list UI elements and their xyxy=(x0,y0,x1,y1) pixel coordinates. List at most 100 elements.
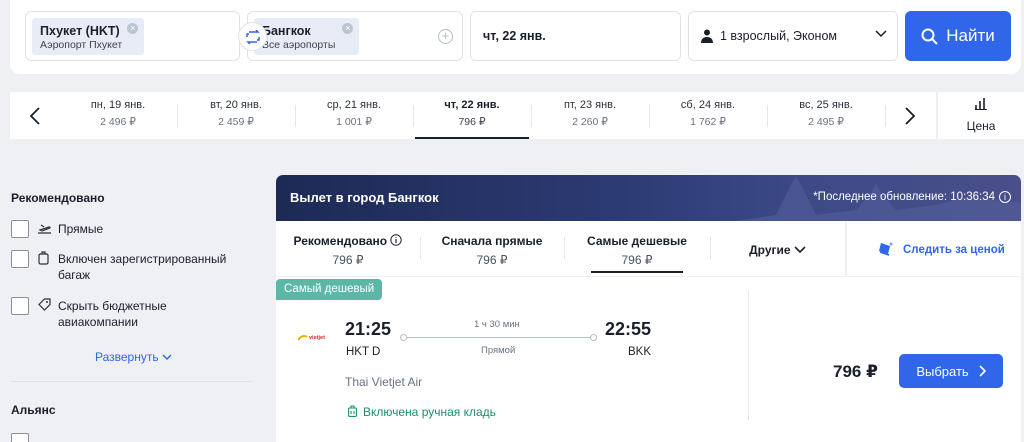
destination-field[interactable]: Бангкок Все аэропорты × + xyxy=(247,11,463,61)
passengers-field[interactable]: 1 взрослый, Эконом xyxy=(688,11,898,61)
date-label: чт, 22 янв. xyxy=(444,99,500,111)
sort-value: 796 ₽ xyxy=(332,253,364,267)
card-divider xyxy=(748,290,749,420)
plane-icon xyxy=(38,224,51,234)
price-graph-label: Цена xyxy=(966,119,996,133)
next-dates-button[interactable] xyxy=(885,92,935,139)
origin-field[interactable]: Пхукет (HKT) Аэропорт Пхукет × xyxy=(25,11,240,61)
price-alert-label: Следить за ценой xyxy=(903,244,1005,256)
sort-other-dropdown[interactable]: Другие xyxy=(710,221,845,276)
origin-airport: Аэропорт Пхукет xyxy=(40,39,123,51)
flight-stops: Прямой xyxy=(481,345,516,356)
date-option-selected[interactable]: чт, 22 янв. 796 ₽ xyxy=(413,92,531,139)
baggage-checkbox[interactable] xyxy=(11,250,29,268)
sort-value: 796 ₽ xyxy=(476,253,508,267)
arrival-airport: BKK xyxy=(628,346,652,358)
arrival-time: 22:55 xyxy=(605,319,652,339)
sort-name: Самые дешевые xyxy=(587,234,687,248)
other-label: Другие xyxy=(749,243,791,257)
expand-label: Развернуть xyxy=(95,350,159,364)
origin-chip[interactable]: Пхукет (HKT) Аэропорт Пхукет × xyxy=(32,18,145,55)
direct-label: Прямые xyxy=(58,222,104,236)
date-price: 2 495 ₽ xyxy=(808,116,844,128)
date-value: чт, 22 янв. xyxy=(483,29,546,43)
sort-recommended-tab[interactable]: Рекомендовано 796 ₽ xyxy=(276,221,420,276)
search-icon xyxy=(921,28,938,45)
destination-airports: Все аэропорты xyxy=(262,39,336,51)
luggage-icon xyxy=(38,251,49,265)
date-label: пт, 23 янв. xyxy=(563,99,617,111)
destination-chip[interactable]: Бангкок Все аэропорты × xyxy=(254,18,360,55)
bell-icon xyxy=(879,242,893,256)
date-option[interactable]: пн, 19 янв. 2 496 ₽ xyxy=(59,92,177,139)
remove-origin-icon[interactable]: × xyxy=(127,23,139,34)
date-label: вт, 20 янв. xyxy=(210,99,262,111)
date-price: 2 496 ₽ xyxy=(100,116,136,128)
remove-destination-icon[interactable]: × xyxy=(342,23,354,34)
chevron-left-icon xyxy=(30,106,40,125)
sort-name: Рекомендовано xyxy=(293,234,388,248)
date-price: 2 260 ₽ xyxy=(572,116,608,128)
price-graph-button[interactable]: Цена xyxy=(938,92,1024,139)
swap-button[interactable] xyxy=(238,22,267,51)
departure-time: 21:25 xyxy=(345,319,392,339)
banner-title: Вылет в город Бангкок xyxy=(290,190,439,205)
add-destination-icon[interactable]: + xyxy=(438,29,453,44)
bar-chart-icon xyxy=(975,98,987,110)
passengers-value: 1 взрослый, Эконом xyxy=(720,29,838,43)
flight-duration: 1 ч 30 мин xyxy=(474,319,520,330)
swap-icon xyxy=(245,29,260,44)
date-label: ср, 21 янв. xyxy=(327,99,381,111)
route-start-dot xyxy=(400,334,407,341)
alliance-checkbox[interactable] xyxy=(11,433,29,442)
budget-checkbox[interactable] xyxy=(11,297,29,315)
date-option[interactable]: вс, 25 янв. 2 495 ₽ xyxy=(767,92,885,139)
date-label: вс, 25 янв. xyxy=(799,99,853,111)
chevron-down-icon xyxy=(875,30,887,38)
departure-airport: HKT D xyxy=(346,346,381,358)
tag-icon xyxy=(38,298,51,311)
date-option[interactable]: ср, 21 янв. 1 001 ₽ xyxy=(295,92,413,139)
route-end-dot xyxy=(590,334,597,341)
direct-checkbox[interactable] xyxy=(11,220,29,238)
date-field[interactable]: чт, 22 янв. xyxy=(470,11,681,61)
date-price: 1 001 ₽ xyxy=(336,116,372,128)
airline-logo-icon: vietjet xyxy=(298,335,325,341)
price-alert-button[interactable]: Следить за ценой xyxy=(847,221,1021,276)
baggage-label: Включен зарегистрированный багаж xyxy=(58,252,227,282)
person-icon xyxy=(701,29,713,43)
sort-cheapest-tab[interactable]: Самые дешевые 796 ₽ xyxy=(564,221,710,276)
sort-direct-tab[interactable]: Сначала прямые 796 ₽ xyxy=(420,221,564,276)
svg-text:vietjet: vietjet xyxy=(309,335,325,341)
last-updated: *Последнее обновление: 10:36:34 xyxy=(813,191,995,203)
sort-value: 796 ₽ xyxy=(621,253,653,267)
carry-on-icon xyxy=(348,405,357,417)
destination-banner: Вылет в город Бангкок *Последнее обновле… xyxy=(276,175,1021,221)
airline-name: Thai Vietjet Air xyxy=(345,375,423,389)
origin-code: Пхукет (HKT) xyxy=(40,24,120,38)
chevron-down-icon xyxy=(162,354,172,360)
chevron-right-icon xyxy=(979,365,986,377)
search-button[interactable]: Найти xyxy=(905,11,1011,61)
sort-bar: Рекомендовано 796 ₽ Сначала прямые 796 ₽… xyxy=(276,221,845,276)
search-button-label: Найти xyxy=(946,26,995,45)
sort-name: Сначала прямые xyxy=(441,234,543,248)
info-icon[interactable] xyxy=(390,234,403,246)
info-icon[interactable]: i xyxy=(999,191,1011,203)
recommended-title: Рекомендовано xyxy=(11,191,105,205)
date-option[interactable]: сб, 24 янв. 1 762 ₽ xyxy=(649,92,767,139)
date-option[interactable]: пт, 23 янв. 2 260 ₽ xyxy=(531,92,649,139)
date-strip: пн, 19 янв. 2 496 ₽ вт, 20 янв. 2 459 ₽ … xyxy=(10,92,936,139)
select-flight-button[interactable]: Выбрать xyxy=(899,354,1003,388)
expand-button[interactable]: Развернуть xyxy=(95,350,172,364)
chevron-right-icon xyxy=(905,106,915,125)
date-option[interactable]: вт, 20 янв. 2 459 ₽ xyxy=(177,92,295,139)
prev-dates-button[interactable] xyxy=(10,92,60,139)
chevron-down-icon xyxy=(794,246,806,254)
destination-code: Бангкок xyxy=(262,24,311,38)
date-price: 2 459 ₽ xyxy=(218,116,254,128)
flight-price: 796 ₽ xyxy=(833,362,878,381)
route-line xyxy=(404,337,594,338)
search-panel: Пхукет (HKT) Аэропорт Пхукет × Бангкок В… xyxy=(10,0,1021,74)
date-price: 1 762 ₽ xyxy=(690,116,726,128)
